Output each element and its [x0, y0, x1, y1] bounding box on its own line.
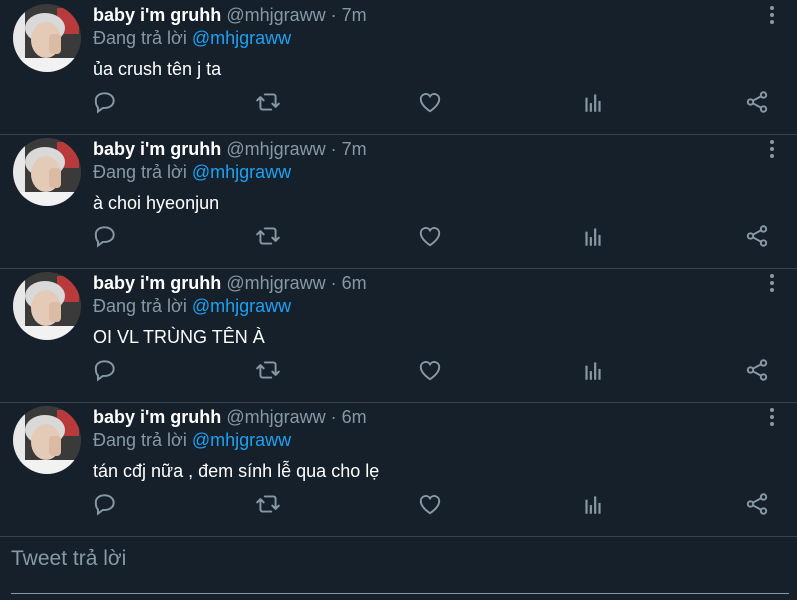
reply-input-underline: [11, 593, 789, 594]
more-options-icon[interactable]: [760, 405, 784, 429]
separator-dot: ·: [330, 273, 337, 293]
timestamp[interactable]: 7m: [342, 5, 367, 25]
avatar[interactable]: [13, 272, 81, 340]
tweet-header: baby i'm gruhh @mhjgraww · 6m: [93, 407, 367, 428]
mention-link[interactable]: @mhjgraww: [192, 28, 291, 48]
reply-icon[interactable]: [92, 223, 118, 249]
retweet-icon[interactable]: [255, 357, 281, 383]
display-name[interactable]: baby i'm gruhh: [93, 407, 221, 427]
like-icon[interactable]: [417, 89, 443, 115]
display-name[interactable]: baby i'm gruhh: [93, 139, 221, 159]
tweet-header: baby i'm gruhh @mhjgraww · 7m: [93, 139, 367, 160]
share-icon[interactable]: [744, 89, 770, 115]
replying-to: Đang trả lời @mhjgraww: [93, 296, 291, 317]
separator-dot: ·: [330, 5, 337, 25]
share-icon[interactable]: [744, 491, 770, 517]
user-handle[interactable]: @mhjgraww: [226, 407, 325, 427]
user-handle[interactable]: @mhjgraww: [226, 5, 325, 25]
tweet[interactable]: baby i'm gruhh @mhjgraww · 6m Đang trả l…: [0, 269, 797, 403]
retweet-icon[interactable]: [255, 89, 281, 115]
display-name[interactable]: baby i'm gruhh: [93, 5, 221, 25]
retweet-icon[interactable]: [255, 223, 281, 249]
like-icon[interactable]: [417, 223, 443, 249]
reply-icon[interactable]: [92, 357, 118, 383]
reply-input[interactable]: [11, 547, 781, 571]
like-icon[interactable]: [417, 357, 443, 383]
reply-composer: [0, 529, 797, 600]
retweet-icon[interactable]: [255, 491, 281, 517]
share-icon[interactable]: [744, 223, 770, 249]
tweet-header: baby i'm gruhh @mhjgraww · 7m: [93, 5, 367, 26]
tweet-text: tán cđj nữa , đem sính lễ qua cho lẹ: [93, 461, 380, 481]
tweet-text: OI VL TRÙNG TÊN À: [93, 327, 265, 347]
tweet-actions: [0, 89, 797, 117]
tweet-actions: [0, 357, 797, 385]
avatar[interactable]: [13, 138, 81, 206]
more-options-icon[interactable]: [760, 271, 784, 295]
replying-to: Đang trả lời @mhjgraww: [93, 162, 291, 183]
like-icon[interactable]: [417, 491, 443, 517]
more-options-icon[interactable]: [760, 137, 784, 161]
replying-to: Đang trả lời @mhjgraww: [93, 430, 291, 451]
timestamp[interactable]: 6m: [342, 273, 367, 293]
avatar[interactable]: [13, 406, 81, 474]
tweet-text: ủa crush tên j ta: [93, 59, 222, 79]
replying-prefix: Đang trả lời: [93, 28, 187, 48]
analytics-icon[interactable]: [580, 89, 606, 115]
reply-icon[interactable]: [92, 89, 118, 115]
replying-prefix: Đang trả lời: [93, 296, 187, 316]
timestamp[interactable]: 6m: [342, 407, 367, 427]
user-handle[interactable]: @mhjgraww: [226, 273, 325, 293]
replying-prefix: Đang trả lời: [93, 162, 187, 182]
tweet-header: baby i'm gruhh @mhjgraww · 6m: [93, 273, 367, 294]
tweet-text: à choi hyeonjun: [93, 193, 220, 213]
more-options-icon[interactable]: [760, 3, 784, 27]
reply-icon[interactable]: [92, 491, 118, 517]
tweet[interactable]: baby i'm gruhh @mhjgraww · 7m Đang trả l…: [0, 135, 797, 269]
analytics-icon[interactable]: [580, 357, 606, 383]
share-icon[interactable]: [744, 357, 770, 383]
replying-to: Đang trả lời @mhjgraww: [93, 28, 291, 49]
mention-link[interactable]: @mhjgraww: [192, 430, 291, 450]
tweet-actions: [0, 491, 797, 519]
analytics-icon[interactable]: [580, 491, 606, 517]
separator-dot: ·: [330, 407, 337, 427]
separator-dot: ·: [330, 139, 337, 159]
mention-link[interactable]: @mhjgraww: [192, 296, 291, 316]
tweet[interactable]: baby i'm gruhh @mhjgraww · 6m Đang trả l…: [0, 403, 797, 537]
display-name[interactable]: baby i'm gruhh: [93, 273, 221, 293]
user-handle[interactable]: @mhjgraww: [226, 139, 325, 159]
avatar[interactable]: [13, 4, 81, 72]
replying-prefix: Đang trả lời: [93, 430, 187, 450]
timestamp[interactable]: 7m: [342, 139, 367, 159]
analytics-icon[interactable]: [580, 223, 606, 249]
tweet-actions: [0, 223, 797, 251]
tweet[interactable]: baby i'm gruhh @mhjgraww · 7m Đang trả l…: [0, 1, 797, 135]
mention-link[interactable]: @mhjgraww: [192, 162, 291, 182]
